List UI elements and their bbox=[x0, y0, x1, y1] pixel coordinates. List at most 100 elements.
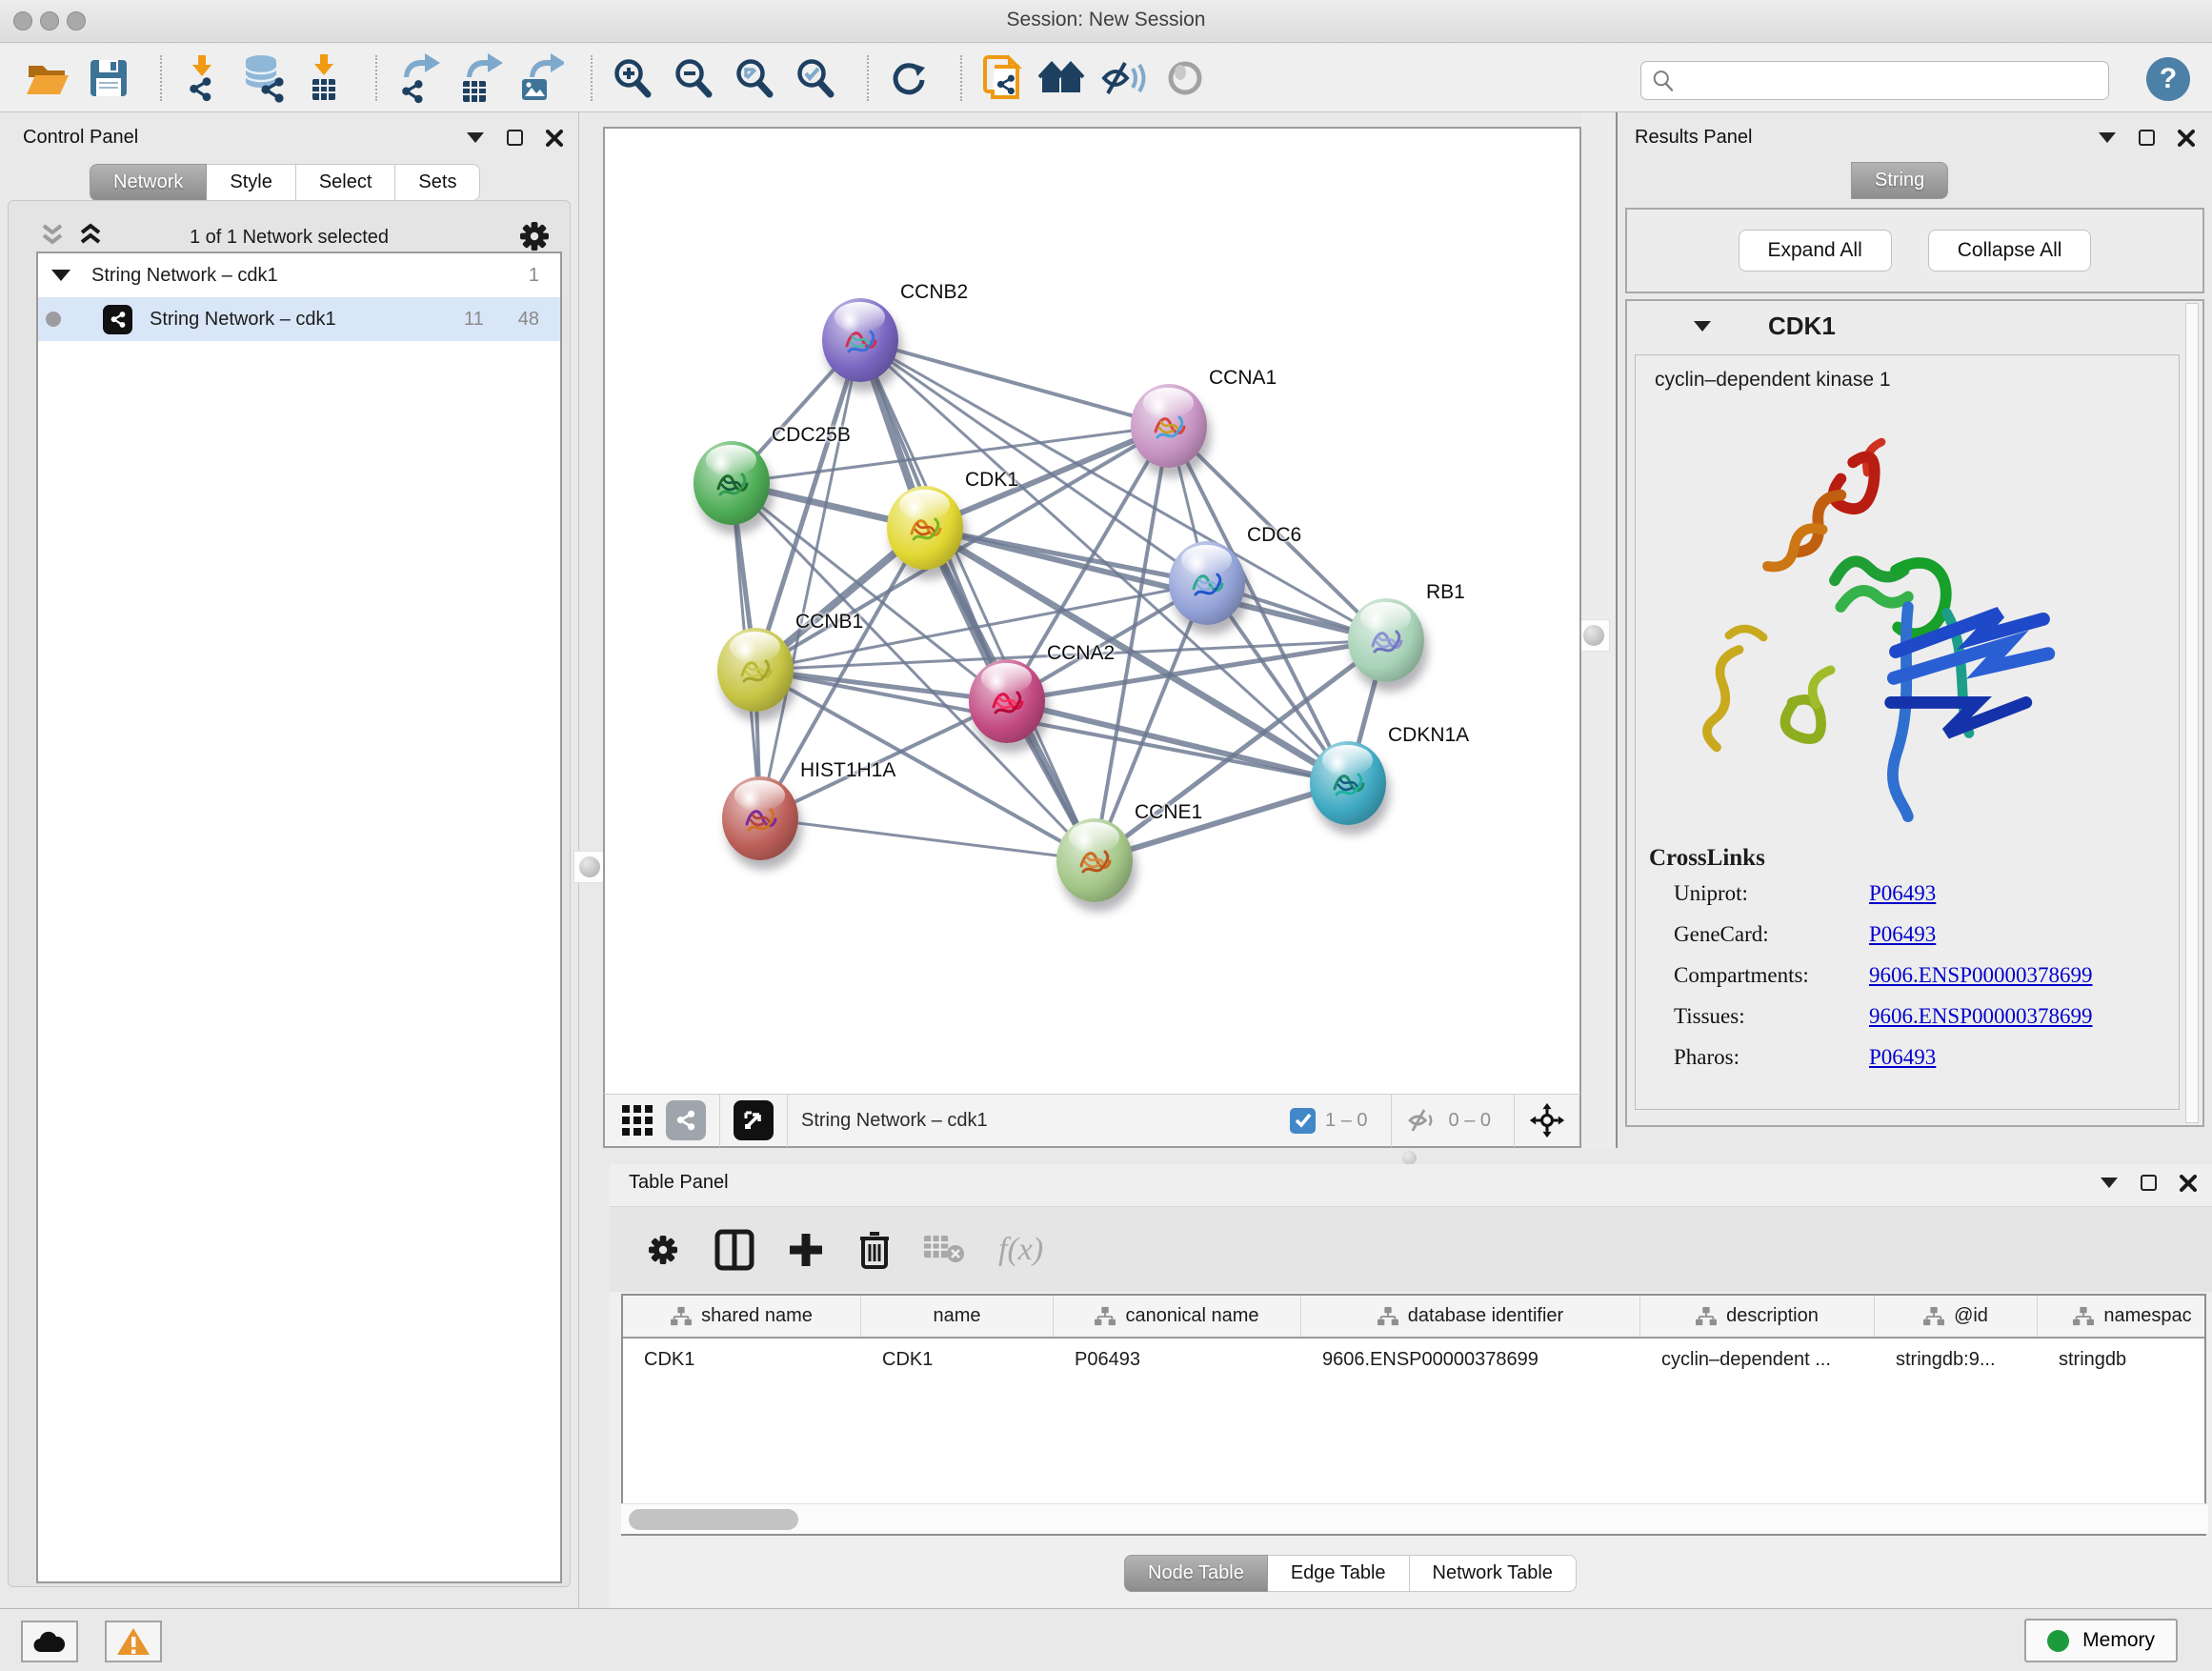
open-session-button[interactable] bbox=[23, 50, 72, 106]
import-network-from-file-button[interactable] bbox=[177, 50, 227, 106]
control-panel-close-icon[interactable] bbox=[546, 130, 563, 147]
results-panel-close-icon[interactable] bbox=[2178, 130, 2195, 147]
crosslink-link[interactable]: P06493 bbox=[1869, 922, 1936, 947]
crosslink-link[interactable]: 9606.ENSP00000378699 bbox=[1869, 1004, 2093, 1029]
crosslink-link[interactable]: P06493 bbox=[1869, 881, 1936, 906]
zoom-selected-button[interactable] bbox=[791, 50, 840, 106]
zoom-fit-button[interactable] bbox=[730, 50, 779, 106]
tab-string[interactable]: String bbox=[1851, 162, 1948, 199]
help-button[interactable]: ? bbox=[2146, 57, 2190, 101]
expand-all-button[interactable]: Expand All bbox=[1739, 230, 1892, 272]
table-scrollbar-thumb[interactable] bbox=[629, 1509, 798, 1530]
function-builder-button[interactable]: f(x) bbox=[998, 1232, 1043, 1268]
save-session-button[interactable] bbox=[84, 50, 133, 106]
crosslink-link[interactable]: 9606.ENSP00000378699 bbox=[1869, 963, 2093, 988]
tab-sets[interactable]: Sets bbox=[395, 164, 480, 201]
column-header-shared-name[interactable]: shared name bbox=[623, 1296, 861, 1337]
results-panel-menu-icon[interactable] bbox=[2099, 132, 2116, 143]
table-cell[interactable]: cyclin–dependent ... bbox=[1640, 1339, 1875, 1381]
results-panel-float-icon[interactable] bbox=[2139, 130, 2155, 146]
column-header-database-identifier[interactable]: database identifier bbox=[1301, 1296, 1640, 1337]
import-table-from-file-button[interactable] bbox=[299, 50, 349, 106]
right-splitter-handle[interactable] bbox=[1578, 619, 1610, 652]
delete-column-button[interactable] bbox=[857, 1230, 892, 1270]
table-cell[interactable]: 9606.ENSP00000378699 bbox=[1301, 1339, 1640, 1381]
network-node-RB1[interactable] bbox=[1348, 598, 1424, 682]
network-collection-row[interactable]: String Network – cdk1 1 bbox=[38, 253, 560, 297]
search-input[interactable] bbox=[1676, 62, 2108, 99]
table-panel-close-icon[interactable] bbox=[2180, 1175, 2197, 1192]
export-table-button[interactable] bbox=[453, 50, 503, 106]
network-node-HIST1H1A[interactable] bbox=[722, 776, 798, 860]
column-header-canonical-name[interactable]: canonical name bbox=[1054, 1296, 1301, 1337]
network-edge[interactable] bbox=[760, 818, 1095, 860]
tab-style[interactable]: Style bbox=[207, 164, 295, 201]
table-panel-menu-icon[interactable] bbox=[2101, 1178, 2118, 1188]
network-node-CDK1[interactable] bbox=[887, 486, 963, 570]
left-splitter-handle[interactable] bbox=[573, 851, 606, 883]
tab-select[interactable]: Select bbox=[296, 164, 396, 201]
show-columns-button[interactable] bbox=[714, 1229, 754, 1271]
collection-expand-icon[interactable] bbox=[51, 270, 70, 281]
warning-status-button[interactable] bbox=[105, 1621, 162, 1662]
network-node-CCNE1[interactable] bbox=[1056, 818, 1133, 902]
column-header-description[interactable]: description bbox=[1640, 1296, 1875, 1337]
network-node-CCNA1[interactable] bbox=[1131, 384, 1207, 468]
gene-section-collapse-icon[interactable] bbox=[1694, 321, 1711, 332]
crosslink-link[interactable]: P06493 bbox=[1869, 1045, 1936, 1070]
network-node-label-RB1: RB1 bbox=[1426, 581, 1465, 604]
collapse-all-button[interactable]: Collapse All bbox=[1928, 230, 2092, 272]
home-view-button[interactable] bbox=[1038, 50, 1088, 106]
grid-view-icon[interactable] bbox=[620, 1103, 654, 1137]
zoom-out-button[interactable] bbox=[669, 50, 718, 106]
network-view-canvas[interactable]: CCNB2 CCNA1 CDC25B bbox=[603, 127, 1581, 1094]
tab-node-table[interactable]: Node Table bbox=[1124, 1555, 1268, 1592]
delete-table-button[interactable] bbox=[924, 1236, 966, 1264]
refresh-layout-button[interactable] bbox=[884, 50, 934, 106]
results-panel-title: Results Panel bbox=[1635, 127, 1752, 149]
table-panel-float-icon[interactable] bbox=[2141, 1175, 2157, 1191]
export-network-button[interactable] bbox=[392, 50, 442, 106]
import-network-from-database-button[interactable] bbox=[238, 50, 288, 106]
clone-network-button[interactable] bbox=[977, 50, 1027, 106]
network-node-CCNA2[interactable] bbox=[969, 659, 1045, 743]
tab-edge-table[interactable]: Edge Table bbox=[1268, 1555, 1410, 1592]
zoom-in-button[interactable] bbox=[608, 50, 657, 106]
pan-crosshair-icon[interactable] bbox=[1528, 1101, 1566, 1139]
horizontal-splitter-handle[interactable] bbox=[1402, 1151, 1417, 1165]
column-header-name[interactable]: name bbox=[861, 1296, 1054, 1337]
network-node-CDKN1A[interactable] bbox=[1310, 741, 1386, 825]
table-options-button[interactable] bbox=[644, 1231, 682, 1269]
table-cell[interactable]: P06493 bbox=[1054, 1339, 1301, 1381]
memory-button[interactable]: Memory bbox=[2024, 1619, 2178, 1662]
cloud-status-button[interactable] bbox=[21, 1621, 78, 1662]
network-view-mode-icon[interactable] bbox=[666, 1100, 706, 1140]
network-options-gear-icon[interactable] bbox=[515, 217, 553, 255]
column-header-namespac[interactable]: namespac bbox=[2038, 1296, 2206, 1337]
network-row-selected[interactable]: String Network – cdk1 11 48 bbox=[38, 297, 560, 341]
table-cell[interactable]: stringdb bbox=[2038, 1339, 2206, 1381]
results-scrollbar[interactable] bbox=[2185, 303, 2199, 1123]
network-edge[interactable] bbox=[760, 340, 860, 818]
control-panel-menu-icon[interactable] bbox=[467, 132, 484, 143]
control-panel-float-icon[interactable] bbox=[507, 130, 523, 146]
network-node-CCNB1[interactable] bbox=[717, 628, 794, 712]
create-column-button[interactable] bbox=[787, 1231, 825, 1269]
birds-eye-view-icon[interactable] bbox=[734, 1100, 774, 1140]
tab-network[interactable]: Network bbox=[90, 164, 207, 201]
network-node-CDC6[interactable] bbox=[1169, 541, 1245, 625]
network-node-CDC25B[interactable] bbox=[694, 441, 770, 525]
network-edge[interactable] bbox=[860, 340, 1095, 860]
show-graphics-details-button[interactable] bbox=[1160, 50, 1210, 106]
table-cell[interactable]: CDK1 bbox=[861, 1339, 1054, 1381]
table-row[interactable]: CDK1CDK1P064939606.ENSP00000378699cyclin… bbox=[623, 1339, 2204, 1381]
network-edge[interactable] bbox=[1095, 783, 1348, 860]
selected-items-checkbox[interactable] bbox=[1290, 1108, 1316, 1134]
network-node-CCNB2[interactable] bbox=[822, 298, 898, 382]
hide-details-button[interactable] bbox=[1099, 50, 1149, 106]
export-image-button[interactable] bbox=[514, 50, 564, 106]
table-cell[interactable]: CDK1 bbox=[623, 1339, 861, 1381]
table-cell[interactable]: stringdb:9... bbox=[1875, 1339, 2038, 1381]
tab-network-table[interactable]: Network Table bbox=[1410, 1555, 1577, 1592]
column-header--id[interactable]: @id bbox=[1875, 1296, 2038, 1337]
